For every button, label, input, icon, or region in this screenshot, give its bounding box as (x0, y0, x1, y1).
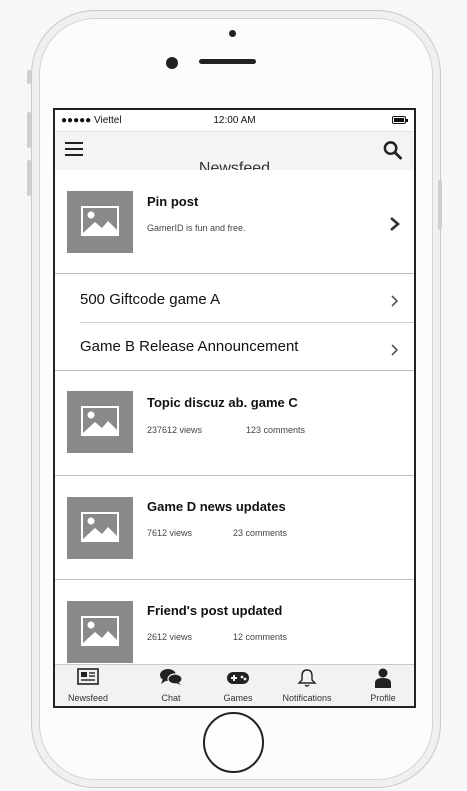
earpiece-speaker (199, 59, 256, 64)
newsfeed-list: Pin post GamerID is fun and free. 500 Gi… (55, 170, 414, 666)
hamburger-icon[interactable] (65, 142, 83, 156)
pinned-post-subtitle: GamerID is fun and free. (147, 223, 246, 233)
newspaper-icon (77, 668, 99, 685)
tab-label: Profile (370, 693, 396, 703)
post-card[interactable]: Game D news updates 7612 views 23 commen… (55, 476, 414, 580)
post-title: Game D news updates (147, 499, 286, 514)
phone-screen: ●●●●● Viettel 12:00 AM Newsfeed Pin post… (53, 108, 416, 708)
power-button (438, 180, 442, 230)
volume-down-button (27, 160, 31, 196)
tab-notifications[interactable]: Notifications (269, 665, 345, 705)
mute-switch (27, 70, 31, 84)
clock: 12:00 AM (213, 115, 256, 126)
tab-label: Games (223, 693, 253, 703)
chevron-right-icon[interactable] (389, 343, 400, 357)
status-bar: ●●●●● Viettel 12:00 AM (55, 110, 414, 132)
pinned-post-card[interactable]: Pin post GamerID is fun and free. (55, 170, 414, 274)
post-comments: 123 comments (246, 425, 306, 435)
list-item[interactable]: Game B Release Announcement (55, 323, 414, 370)
bottom-tab-bar: Newsfeed Chat Games Notifications Profil… (55, 664, 414, 706)
tab-chat[interactable]: Chat (141, 665, 201, 705)
list-item[interactable]: 500 Giftcode game A (55, 276, 414, 323)
chevron-right-icon[interactable] (389, 217, 400, 231)
tab-label: Chat (161, 693, 181, 703)
user-icon (375, 668, 391, 688)
pinned-post-title: Pin post (147, 194, 199, 209)
search-icon[interactable] (383, 140, 402, 160)
image-placeholder-icon (67, 601, 133, 663)
bell-icon (297, 669, 317, 687)
list-item-label: 500 Giftcode game A (80, 291, 221, 308)
tab-games[interactable]: Games (210, 665, 266, 705)
post-title: Topic discuz ab. game C (147, 395, 298, 410)
chevron-right-icon[interactable] (389, 294, 400, 308)
tab-profile[interactable]: Profile (353, 665, 413, 705)
tab-newsfeed[interactable]: Newsfeed (55, 665, 121, 705)
post-comments: 12 comments (233, 632, 288, 642)
page-title: Newsfeed (198, 160, 271, 170)
nav-bar: Newsfeed (55, 132, 414, 170)
post-views: 7612 views (147, 528, 193, 538)
post-card[interactable]: Topic discuz ab. game C 237612 views 123… (55, 370, 414, 476)
volume-up-button (27, 112, 31, 148)
post-views: 2612 views (147, 632, 193, 642)
front-camera (166, 57, 178, 69)
battery-icon (392, 116, 408, 124)
home-button[interactable] (203, 712, 264, 773)
image-placeholder-icon (67, 391, 133, 453)
tab-label: Newsfeed (67, 693, 109, 703)
front-sensor (229, 30, 236, 37)
list-item-label: Game B Release Announcement (80, 338, 299, 355)
post-card[interactable]: Friend's post updated 2612 views 12 comm… (55, 580, 414, 666)
tab-label: Notifications (282, 693, 332, 703)
gamepad-icon (227, 672, 249, 684)
post-title: Friend's post updated (147, 603, 283, 618)
chat-bubbles-icon (160, 669, 183, 685)
post-views: 237612 views (147, 425, 203, 435)
image-placeholder-icon (67, 497, 133, 559)
post-comments: 23 comments (233, 528, 288, 538)
image-placeholder-icon (67, 191, 133, 253)
